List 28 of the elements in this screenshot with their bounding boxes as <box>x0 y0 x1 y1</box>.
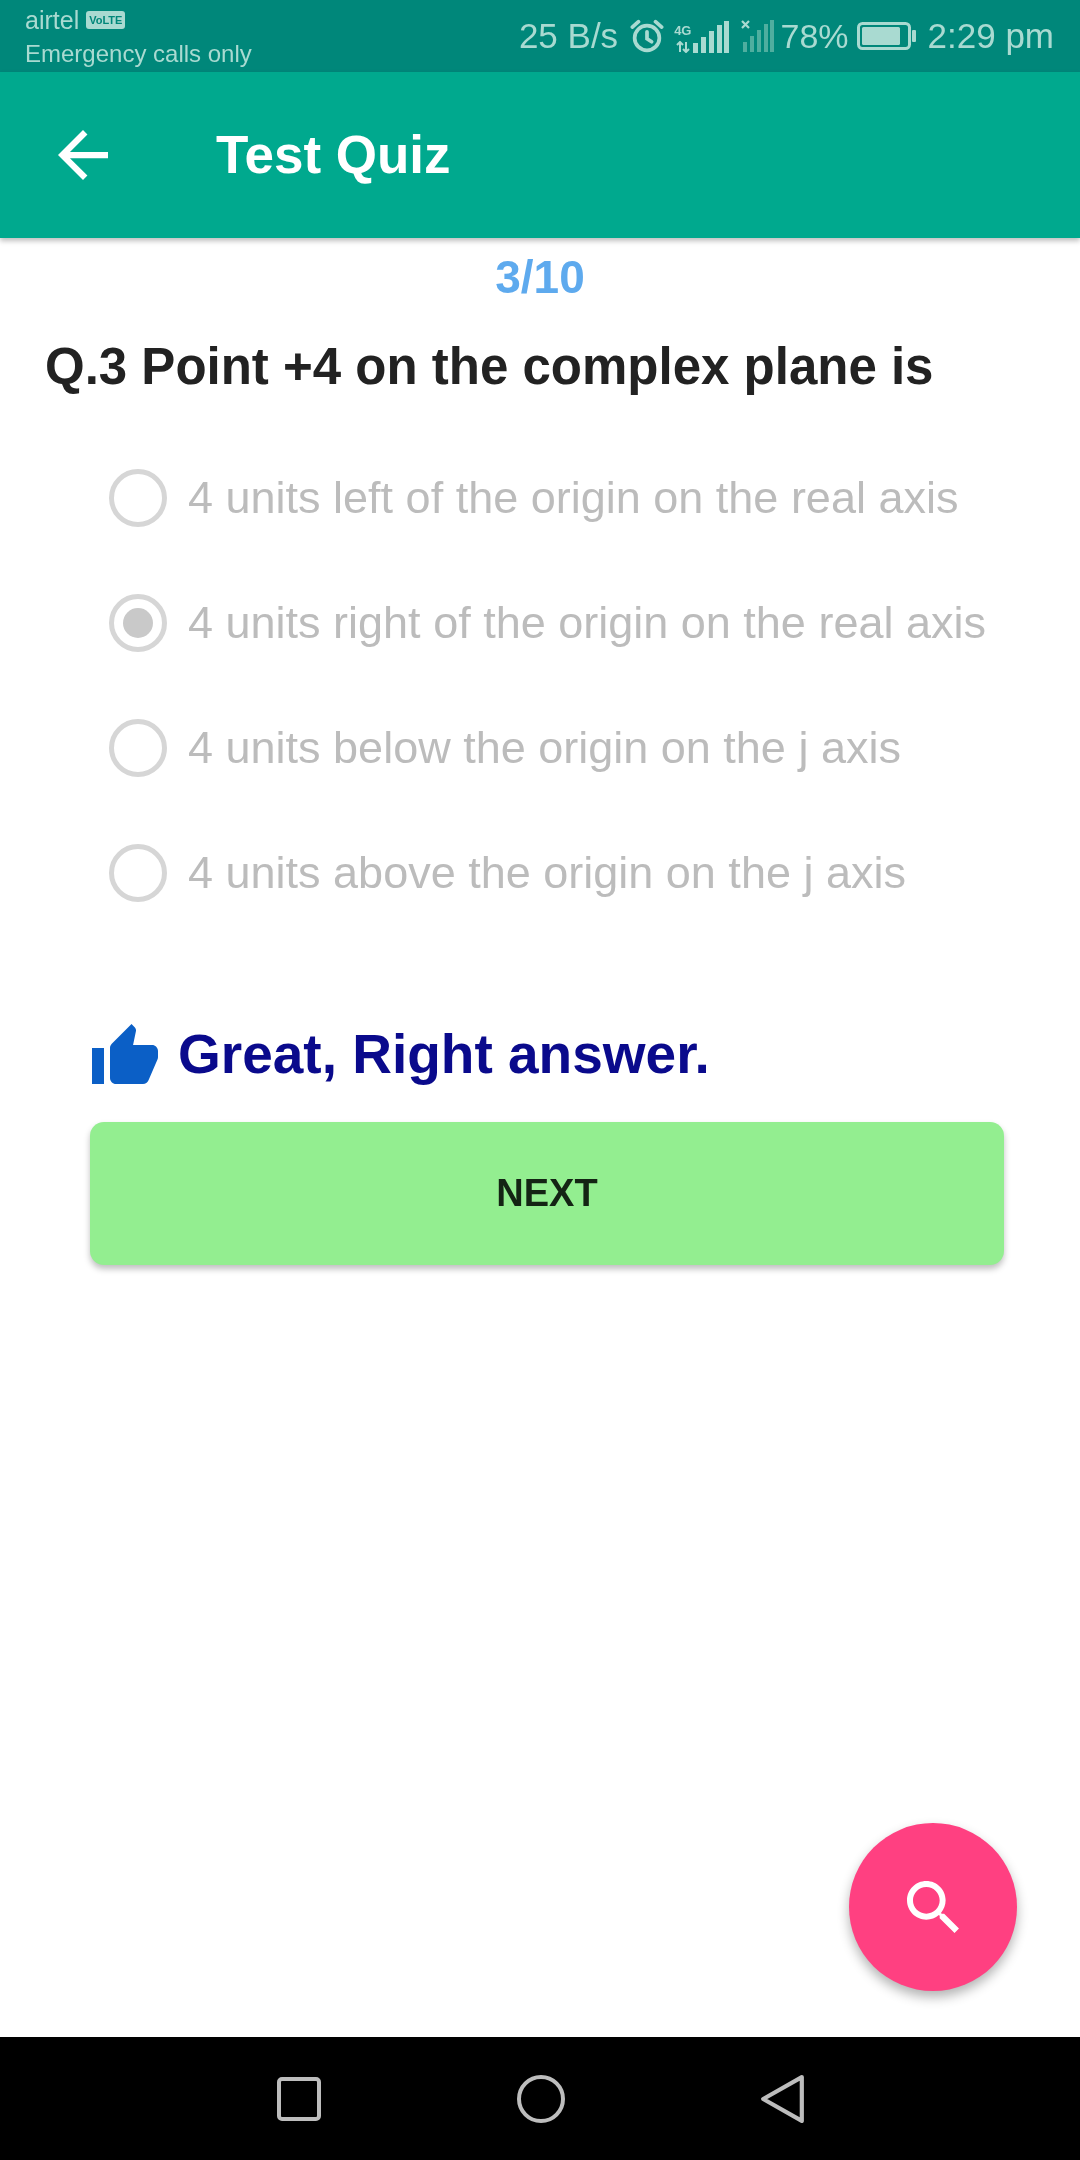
alarm-icon <box>630 19 665 53</box>
screen-title: Test Quiz <box>216 124 451 186</box>
clock-time: 2:29 pm <box>927 16 1054 56</box>
option-text: 4 units below the origin on the j axis <box>188 720 901 775</box>
network-speed: 25 B/s <box>518 16 619 56</box>
back-icon[interactable] <box>760 2074 804 2123</box>
question-counter: 3/10 <box>495 250 585 304</box>
battery-percentage: 78% <box>780 16 849 56</box>
home-icon[interactable] <box>516 2074 565 2123</box>
carrier-status: Emergency calls only <box>25 39 252 69</box>
search-icon <box>907 1881 959 1933</box>
option-text: 4 units left of the origin on the real axis <box>188 470 959 525</box>
signal-bars-icon <box>693 21 730 53</box>
next-button[interactable]: NEXT <box>90 1122 1004 1265</box>
network-type-label: 4G <box>674 24 692 38</box>
back-button[interactable] <box>58 130 108 180</box>
feedback-message: Great, Right answer. <box>178 1023 710 1085</box>
option-text: 4 units above the origin on the j axis <box>188 845 906 900</box>
no-sim-signal-icon <box>741 20 775 52</box>
option-text: 4 units right of the origin on the real axis <box>188 595 986 650</box>
data-arrows-icon <box>675 41 690 53</box>
recent-apps-icon[interactable] <box>276 2076 321 2121</box>
back-arrow-icon <box>58 130 108 180</box>
question-text: Q.3 Point +4 on the complex plane is <box>45 337 934 397</box>
search-button[interactable] <box>849 1823 1017 1991</box>
carrier-name: airtel <box>25 5 80 35</box>
volte-badge: VoLTE <box>86 11 126 29</box>
battery-icon <box>856 22 916 50</box>
